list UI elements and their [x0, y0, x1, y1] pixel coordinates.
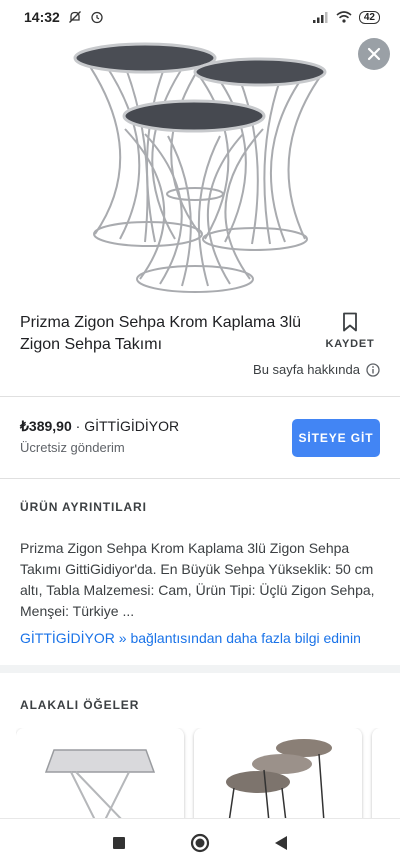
related-item-image — [44, 749, 156, 822]
notification-muted-icon — [68, 11, 81, 23]
more-info-link[interactable]: GİTTİGİDİYOR » bağlantısından daha fazla… — [20, 630, 361, 646]
wifi-icon — [336, 11, 352, 23]
related-heading: ALAKALI ÖĞELER — [20, 698, 140, 712]
close-icon — [367, 47, 381, 61]
back-icon[interactable] — [274, 835, 288, 851]
battery-indicator: 42 — [358, 10, 380, 24]
title-row: Prizma Zigon Sehpa Krom Kaplama 3lü Zigo… — [20, 312, 380, 356]
price: ₺389,90 — [20, 418, 72, 434]
related-item-card[interactable] — [16, 728, 184, 822]
product-description: Prizma Zigon Sehpa Krom Kaplama 3lü Zigo… — [20, 540, 375, 619]
recents-icon[interactable] — [112, 836, 126, 850]
product-image[interactable] — [0, 34, 400, 296]
divider — [0, 478, 400, 479]
alarm-icon — [91, 11, 103, 24]
related-items-carousel — [16, 728, 400, 822]
info-icon — [366, 362, 380, 377]
status-bar: 14:32 42 — [0, 0, 400, 34]
product-image-illustration — [73, 42, 327, 293]
status-right: 42 — [312, 10, 380, 24]
status-left: 14:32 — [24, 9, 104, 25]
product-title: Prizma Zigon Sehpa Krom Kaplama 3lü Zigo… — [20, 314, 302, 353]
about-page-label: Bu sayfa hakkında — [253, 362, 360, 377]
shipping-info: Ücretsiz gönderim — [20, 440, 125, 455]
related-item-card[interactable] — [194, 728, 362, 822]
visit-site-button[interactable]: SİTEYE GİT — [292, 419, 380, 457]
related-item-image — [226, 739, 332, 822]
save-label: KAYDET — [325, 338, 375, 350]
system-nav-bar — [0, 818, 400, 867]
store-name: GİTTİGİDİYOR — [84, 418, 180, 434]
home-icon[interactable] — [190, 833, 210, 853]
signal-icon — [312, 12, 328, 23]
status-time: 14:32 — [24, 9, 60, 25]
bookmark-icon — [343, 312, 357, 332]
price-separator: · — [75, 418, 81, 434]
close-button[interactable] — [358, 38, 390, 70]
related-item-card[interactable] — [372, 728, 400, 822]
offer-price-line: ₺389,90 · GİTTİGİDİYOR — [20, 418, 179, 435]
details-heading: ÜRÜN AYRINTILARI — [20, 500, 147, 514]
divider — [0, 396, 400, 397]
section-divider — [0, 665, 400, 673]
about-page-link[interactable]: Bu sayfa hakkında — [253, 362, 380, 377]
save-button[interactable]: KAYDET — [320, 312, 380, 356]
